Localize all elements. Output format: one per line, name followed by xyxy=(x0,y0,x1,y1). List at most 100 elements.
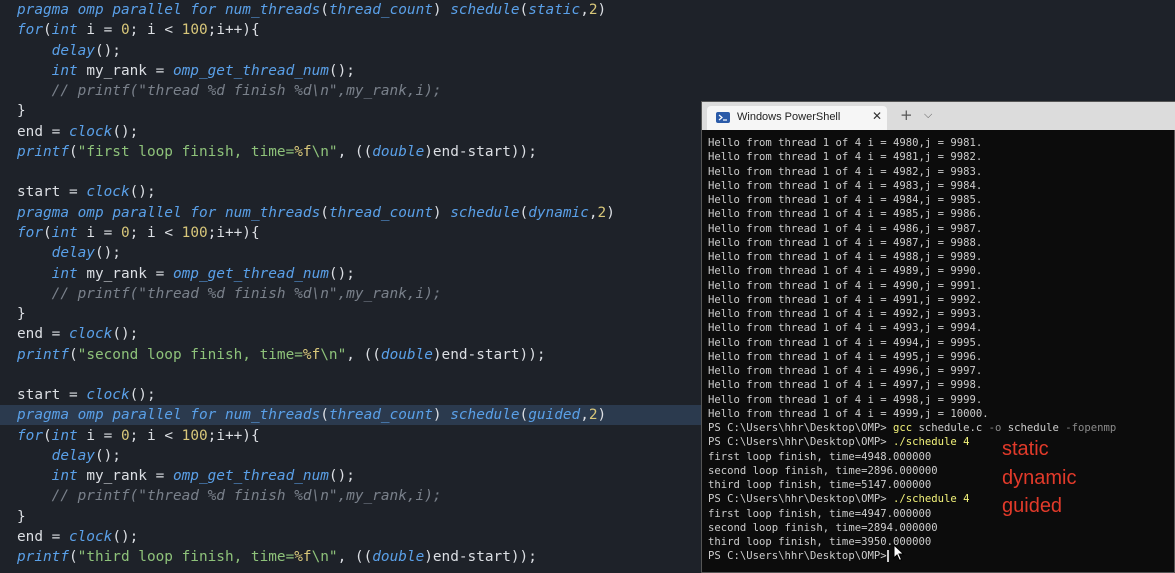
code-token: (); xyxy=(94,245,121,262)
code-token: clock xyxy=(86,184,130,201)
gcc-command-line: PS C:\Users\hhr\Desktop\OMP> gcc schedul… xyxy=(708,422,1117,434)
code-token: "first loop finish, time= xyxy=(77,143,295,160)
code-token: int xyxy=(51,265,78,282)
code-token: ( xyxy=(43,22,52,39)
code-token: ) xyxy=(432,204,451,221)
code-token: clock xyxy=(68,326,113,343)
code-token: my_rank = xyxy=(77,265,173,282)
code-token: ( xyxy=(320,2,329,18)
code-token: , xyxy=(588,204,598,221)
code-line[interactable]: pragma omp parallel for num_threads(thre… xyxy=(0,0,1175,20)
terminal-line: Hello from thread 1 of 4 i = 4988,j = 99… xyxy=(708,251,983,263)
code-token: end = xyxy=(17,326,69,343)
code-token: omp xyxy=(68,407,113,424)
code-token: int xyxy=(51,22,78,39)
run-output-line: first loop finish, time=4947.000000 xyxy=(708,507,932,520)
code-token: ) xyxy=(432,2,451,18)
code-token: 100 xyxy=(181,224,208,241)
code-token: (); xyxy=(94,447,121,464)
code-token: omp_get_thread_num xyxy=(172,468,329,485)
code-token: 2 xyxy=(588,407,598,424)
code-token: ( xyxy=(519,407,529,424)
code-token: start = xyxy=(17,184,87,201)
code-token: parallel for xyxy=(112,407,225,424)
code-token: printf xyxy=(17,549,69,566)
code-token: ( xyxy=(43,224,52,241)
code-token: ;i++){ xyxy=(207,427,260,444)
code-line[interactable]: // printf("thread %d finish %d\n",my_ran… xyxy=(0,81,1175,101)
code-token: dynamic xyxy=(528,204,589,221)
code-token: (); xyxy=(112,123,139,140)
run-output-line: first loop finish, time=4948.000000 xyxy=(708,450,932,463)
code-token: %f xyxy=(302,346,321,363)
chevron-down-icon[interactable]: ⌵ xyxy=(924,108,932,122)
code-token: \n" xyxy=(311,143,338,160)
code-token: // printf("thread %d finish %d\n",my_ran… xyxy=(17,488,442,505)
terminal-output[interactable]: Hello from thread 1 of 4 i = 4980,j = 99… xyxy=(708,136,1174,566)
terminal-line: Hello from thread 1 of 4 i = 4996,j = 99… xyxy=(708,365,983,377)
code-token: num_threads xyxy=(224,204,321,221)
code-token: double xyxy=(372,143,425,160)
code-token: } xyxy=(17,508,26,525)
code-token: delay xyxy=(51,42,95,59)
code-token: ) xyxy=(432,407,451,424)
code-token: , (( xyxy=(337,143,373,160)
code-token: ( xyxy=(68,143,78,160)
code-token: pragma xyxy=(17,407,69,424)
new-tab-button[interactable]: + xyxy=(900,107,913,123)
code-token: )end-start)); xyxy=(432,346,546,363)
code-token: for xyxy=(17,224,43,241)
tab-windows-powershell[interactable]: Windows PowerShell ✕ xyxy=(707,106,887,130)
code-token: omp_get_thread_num xyxy=(172,62,329,79)
code-token: } xyxy=(17,103,26,120)
code-token: thread_count xyxy=(328,204,433,221)
annotation-dynamic: dynamic xyxy=(1002,466,1077,489)
code-token: int xyxy=(51,224,78,241)
code-token: int xyxy=(51,468,78,485)
terminal-line: Hello from thread 1 of 4 i = 4998,j = 99… xyxy=(708,393,983,406)
prompt-line[interactable]: PS C:\Users\hhr\Desktop\OMP> xyxy=(708,549,1174,563)
terminal-line: Hello from thread 1 of 4 i = 4980,j = 99… xyxy=(708,137,983,149)
code-token: pragma xyxy=(17,204,69,221)
code-token: %f xyxy=(294,143,312,160)
code-line[interactable]: for(int i = 0; i < 100;i++){ xyxy=(0,20,1175,40)
terminal-line: Hello from thread 1 of 4 i = 4994,j = 99… xyxy=(708,336,983,349)
code-token: // printf("thread %d finish %d\n",my_ran… xyxy=(17,83,442,100)
powershell-window[interactable]: Windows PowerShell ✕ + ⌵ Hello from thre… xyxy=(701,101,1175,573)
terminal-line: Hello from thread 1 of 4 i = 4995,j = 99… xyxy=(708,350,983,363)
code-token: omp xyxy=(68,204,113,221)
code-token: double xyxy=(380,346,433,363)
code-token: double xyxy=(372,549,425,566)
powershell-titlebar[interactable]: Windows PowerShell ✕ + ⌵ xyxy=(702,102,1175,130)
code-token: thread_count xyxy=(328,407,433,424)
code-token: // printf("thread %d finish %d\n",my_ran… xyxy=(17,285,442,302)
terminal-line: Hello from thread 1 of 4 i = 4990,j = 99… xyxy=(708,279,983,292)
code-token: ; i < xyxy=(129,22,182,39)
terminal-line: Hello from thread 1 of 4 i = 4987,j = 99… xyxy=(708,236,983,249)
code-token: (); xyxy=(112,326,139,343)
code-line[interactable]: int my_rank = omp_get_thread_num(); xyxy=(0,61,1175,81)
code-token: for xyxy=(17,427,43,444)
code-token: delay xyxy=(51,447,95,464)
annotation-labels: static dynamic guided xyxy=(1002,435,1076,521)
hello-output-block: Hello from thread 1 of 4 i = 4980,j = 99… xyxy=(708,136,1174,421)
code-token: static xyxy=(528,2,581,18)
mouse-pointer-icon xyxy=(893,544,905,562)
close-icon[interactable]: ✕ xyxy=(872,109,882,123)
code-token: , (( xyxy=(337,549,373,566)
terminal-line: Hello from thread 1 of 4 i = 4992,j = 99… xyxy=(708,308,983,320)
code-token: omp xyxy=(68,2,113,18)
run-command-line: PS C:\Users\hhr\Desktop\OMP> ./schedule … xyxy=(708,493,970,506)
code-token: ;i++){ xyxy=(207,224,260,241)
code-token: } xyxy=(17,306,26,323)
code-token: ; i < xyxy=(129,427,182,444)
terminal-line: Hello from thread 1 of 4 i = 4985,j = 99… xyxy=(708,208,983,221)
code-line[interactable]: delay(); xyxy=(0,41,1175,61)
code-token: end = xyxy=(17,123,69,140)
run-output-line: third loop finish, time=3950.000000 xyxy=(708,536,932,548)
code-token: end = xyxy=(17,529,69,546)
code-token: "third loop finish, time= xyxy=(77,549,295,566)
terminal-line: Hello from thread 1 of 4 i = 4983,j = 99… xyxy=(708,179,983,192)
